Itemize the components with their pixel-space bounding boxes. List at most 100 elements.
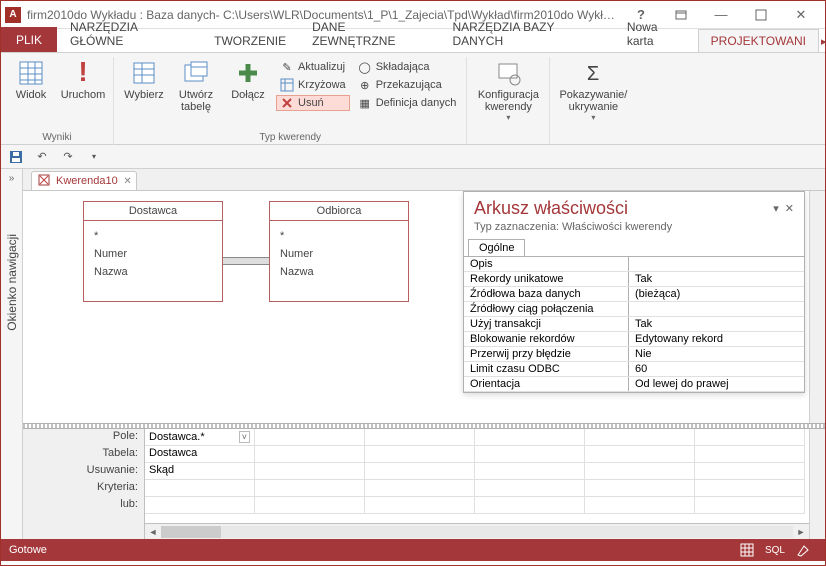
tab-dbtools[interactable]: NARZĘDZIA BAZY DANYCH bbox=[439, 15, 613, 52]
maketable-button[interactable]: Utwórz tabelę bbox=[172, 57, 220, 113]
querysetup-button[interactable]: Konfiguracja kwerendy ▾ bbox=[473, 57, 543, 122]
cell-delete-1[interactable]: Skąd bbox=[145, 463, 255, 480]
cell-criteria-5[interactable] bbox=[585, 480, 695, 497]
tab-file[interactable]: PLIK bbox=[1, 27, 57, 52]
datadef-label: Definicja danych bbox=[376, 97, 457, 109]
select-label: Wybierz bbox=[124, 89, 164, 101]
minimize-button[interactable]: — bbox=[701, 3, 741, 27]
qat-customize[interactable]: ▾ bbox=[85, 148, 103, 166]
prop-row: Użyj transakcjiTak bbox=[464, 317, 804, 332]
nav-pane-collapsed[interactable]: » Okienko nawigacji bbox=[1, 169, 23, 539]
cell-criteria-3[interactable] bbox=[365, 480, 475, 497]
cell-field-1[interactable]: Dostawca.*˅ bbox=[145, 429, 255, 446]
cell-or-5[interactable] bbox=[585, 497, 695, 514]
cell-field-4[interactable] bbox=[475, 429, 585, 446]
property-sheet-close[interactable]: ✕ bbox=[785, 202, 794, 215]
update-label: Aktualizuj bbox=[298, 61, 345, 73]
table-field-nazwa[interactable]: Nazwa bbox=[280, 263, 398, 281]
maketable-icon bbox=[182, 59, 210, 87]
save-button[interactable] bbox=[7, 148, 25, 166]
cell-field-3[interactable] bbox=[365, 429, 475, 446]
table-odbiorca[interactable]: Odbiorca * Numer Nazwa bbox=[269, 201, 409, 302]
close-button[interactable]: ✕ bbox=[781, 3, 821, 27]
cell-criteria-1[interactable] bbox=[145, 480, 255, 497]
delete-query-button[interactable]: Usuń bbox=[276, 95, 350, 111]
label-criteria: Kryteria: bbox=[23, 480, 144, 497]
close-doc-tab[interactable]: ✕ bbox=[123, 176, 131, 187]
tab-home[interactable]: NARZĘDZIA GŁÓWNE bbox=[57, 15, 201, 52]
cell-or-4[interactable] bbox=[475, 497, 585, 514]
crosstab-icon bbox=[280, 78, 294, 92]
datasheet-view-icon bbox=[17, 59, 45, 87]
cell-criteria-2[interactable] bbox=[255, 480, 365, 497]
table-dostawca[interactable]: Dostawca * Numer Nazwa bbox=[83, 201, 223, 302]
cell-delete-5[interactable] bbox=[585, 463, 695, 480]
passthrough-icon: ⊕ bbox=[358, 78, 372, 92]
undo-button[interactable]: ↶ bbox=[33, 148, 51, 166]
cell-criteria-6[interactable] bbox=[695, 480, 805, 497]
union-button[interactable]: ◯Składająca bbox=[354, 59, 461, 75]
view-button[interactable]: Widok bbox=[7, 57, 55, 101]
select-query-button[interactable]: Wybierz bbox=[120, 57, 168, 101]
design-view-button[interactable] bbox=[789, 541, 817, 559]
table-field-star[interactable]: * bbox=[94, 227, 212, 245]
datadef-button[interactable]: ▦Definicja danych bbox=[354, 95, 461, 111]
cell-table-3[interactable] bbox=[365, 446, 475, 463]
cell-table-4[interactable] bbox=[475, 446, 585, 463]
tab-overflow-icon[interactable]: ▸ bbox=[819, 31, 825, 52]
query-diagram-canvas[interactable]: Dostawca * Numer Nazwa Odbiorca * Numer … bbox=[23, 191, 809, 423]
cell-or-3[interactable] bbox=[365, 497, 475, 514]
table-field-numer[interactable]: Numer bbox=[94, 245, 212, 263]
query-grid-vscroll[interactable] bbox=[809, 429, 825, 539]
run-button[interactable]: ! Uruchom bbox=[59, 57, 107, 101]
tab-external[interactable]: DANE ZEWNĘTRZNE bbox=[299, 15, 439, 52]
cell-table-6[interactable] bbox=[695, 446, 805, 463]
join-line[interactable] bbox=[223, 257, 269, 265]
sql-view-button[interactable]: SQL bbox=[761, 541, 789, 559]
property-tab-general[interactable]: Ogólne bbox=[468, 239, 525, 256]
cell-or-1[interactable] bbox=[145, 497, 255, 514]
scroll-right-icon[interactable]: ► bbox=[793, 527, 809, 537]
doc-tab-kwerenda10[interactable]: Kwerenda10 ✕ bbox=[31, 171, 137, 190]
scroll-thumb[interactable] bbox=[161, 526, 221, 538]
passthrough-button[interactable]: ⊕Przekazująca bbox=[354, 77, 461, 93]
cell-delete-2[interactable] bbox=[255, 463, 365, 480]
tab-create[interactable]: TWORZENIE bbox=[201, 29, 299, 52]
cell-delete-4[interactable] bbox=[475, 463, 585, 480]
cell-delete-3[interactable] bbox=[365, 463, 475, 480]
cell-delete-6[interactable] bbox=[695, 463, 805, 480]
table-field-star[interactable]: * bbox=[280, 227, 398, 245]
cell-criteria-4[interactable] bbox=[475, 480, 585, 497]
property-sheet: Arkusz właściwości ▾ ✕ Typ zaznaczenia: … bbox=[463, 191, 805, 393]
cell-field-6[interactable] bbox=[695, 429, 805, 446]
select-query-icon bbox=[130, 59, 158, 87]
cell-table-2[interactable] bbox=[255, 446, 365, 463]
design-surface: Dostawca * Numer Nazwa Odbiorca * Numer … bbox=[23, 191, 825, 423]
tab-newcard[interactable]: Nowa karta bbox=[614, 15, 698, 52]
dropdown-arrow-icon: ▾ bbox=[591, 113, 595, 122]
cell-table-5[interactable] bbox=[585, 446, 695, 463]
append-button[interactable]: Dołącz bbox=[224, 57, 272, 101]
cell-or-6[interactable] bbox=[695, 497, 805, 514]
redo-button[interactable]: ↷ bbox=[59, 148, 77, 166]
cell-field-2[interactable] bbox=[255, 429, 365, 446]
property-sheet-dropdown[interactable]: ▾ bbox=[773, 202, 779, 215]
maximize-button[interactable] bbox=[741, 3, 781, 27]
union-label: Składająca bbox=[376, 61, 430, 73]
query-grid-hscroll[interactable]: ◄ ► bbox=[145, 523, 809, 539]
cell-table-1[interactable]: Dostawca bbox=[145, 446, 255, 463]
field-dropdown-icon[interactable]: ˅ bbox=[239, 431, 250, 443]
tab-design[interactable]: PROJEKTOWANI bbox=[698, 29, 819, 52]
update-button[interactable]: ✎Aktualizuj bbox=[276, 59, 350, 75]
scroll-left-icon[interactable]: ◄ bbox=[145, 527, 161, 537]
cell-field-5[interactable] bbox=[585, 429, 695, 446]
datasheet-view-button[interactable] bbox=[733, 541, 761, 559]
table-field-numer[interactable]: Numer bbox=[280, 245, 398, 263]
diagram-vscroll[interactable] bbox=[809, 191, 825, 423]
expand-nav-icon[interactable]: » bbox=[9, 173, 15, 184]
table-field-nazwa[interactable]: Nazwa bbox=[94, 263, 212, 281]
run-label: Uruchom bbox=[61, 89, 106, 101]
showhide-button[interactable]: Σ Pokazywanie/ ukrywanie ▾ bbox=[556, 57, 630, 122]
crosstab-button[interactable]: Krzyżowa bbox=[276, 77, 350, 93]
cell-or-2[interactable] bbox=[255, 497, 365, 514]
